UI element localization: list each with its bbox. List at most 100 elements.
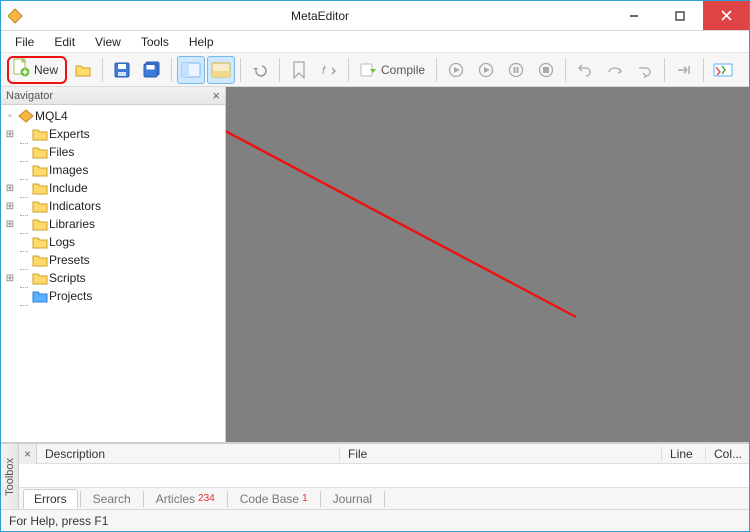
col-description[interactable]: Description bbox=[19, 447, 339, 461]
annotation-arrow bbox=[226, 87, 750, 417]
menu-view[interactable]: View bbox=[85, 31, 131, 52]
undo-button[interactable] bbox=[246, 56, 274, 84]
menu-edit[interactable]: Edit bbox=[44, 31, 85, 52]
statusbar: For Help, press F1 bbox=[1, 509, 749, 531]
tree-item-label: Images bbox=[49, 163, 88, 177]
tree-item-projects[interactable]: Projects bbox=[1, 287, 225, 305]
tree-item-images[interactable]: Images bbox=[1, 161, 225, 179]
tree-item-indicators[interactable]: ⊞ Indicators bbox=[1, 197, 225, 215]
window-title: MetaEditor bbox=[29, 9, 611, 23]
folder-icon bbox=[31, 163, 49, 177]
tree-item-label: Indicators bbox=[49, 199, 101, 213]
toolbox-close-button[interactable]: × bbox=[19, 444, 37, 464]
tree-item-presets[interactable]: Presets bbox=[1, 251, 225, 269]
step-into-button[interactable] bbox=[571, 56, 599, 84]
expand-icon[interactable]: ⊞ bbox=[3, 273, 17, 284]
tree-root[interactable]: ▫ MQL4 bbox=[1, 107, 225, 125]
terminal-button[interactable] bbox=[709, 56, 737, 84]
folder-icon bbox=[31, 253, 49, 267]
folder-icon bbox=[31, 235, 49, 249]
open-button[interactable] bbox=[69, 56, 97, 84]
navigator-tree[interactable]: ▫ MQL4 ⊞ExpertsFilesImages⊞Include⊞Indic… bbox=[1, 105, 225, 442]
app-window: MetaEditor File Edit View Tools Help New bbox=[0, 0, 750, 532]
toggle-toolbox-button[interactable] bbox=[207, 56, 235, 84]
close-button[interactable] bbox=[703, 1, 749, 30]
step-over-button[interactable] bbox=[601, 56, 629, 84]
expand-icon[interactable]: ⊞ bbox=[3, 183, 17, 194]
col-col[interactable]: Col... bbox=[705, 447, 749, 461]
compile-button-label: Compile bbox=[381, 63, 425, 77]
new-button-label: New bbox=[34, 63, 58, 77]
tab-codebase[interactable]: Code Base1 bbox=[230, 490, 318, 508]
toolbox-body bbox=[19, 464, 749, 487]
tree-item-scripts[interactable]: ⊞ Scripts bbox=[1, 269, 225, 287]
tab-errors[interactable]: Errors bbox=[23, 489, 78, 509]
tree-item-include[interactable]: ⊞Include bbox=[1, 179, 225, 197]
toolbar-separator bbox=[348, 58, 349, 82]
svg-text:f: f bbox=[322, 65, 326, 77]
toolbox-pane: Toolbox × Description File Line Col... E… bbox=[1, 443, 749, 509]
tree-item-experts[interactable]: ⊞ Experts bbox=[1, 125, 225, 143]
tree-item-label: Presets bbox=[49, 253, 90, 267]
toolbar-separator bbox=[436, 58, 437, 82]
toolbar: New f Compile bbox=[1, 53, 749, 87]
debug-pause-button[interactable] bbox=[502, 56, 530, 84]
articles-badge: 234 bbox=[198, 493, 215, 504]
go-forward-button[interactable] bbox=[670, 56, 698, 84]
new-button[interactable]: New bbox=[7, 56, 67, 84]
tree-item-files[interactable]: Files bbox=[1, 143, 225, 161]
function-list-button[interactable]: f bbox=[315, 56, 343, 84]
toolbox-content: × Description File Line Col... Errors Se… bbox=[19, 444, 749, 509]
maximize-button[interactable] bbox=[657, 1, 703, 30]
collapse-icon[interactable]: ▫ bbox=[3, 111, 17, 122]
save-all-button[interactable] bbox=[138, 56, 166, 84]
debug-play-button[interactable] bbox=[472, 56, 500, 84]
tree-item-libraries[interactable]: ⊞ Libraries bbox=[1, 215, 225, 233]
app-icon bbox=[1, 8, 29, 24]
toolbox-columns: × Description File Line Col... bbox=[19, 444, 749, 464]
menu-tools[interactable]: Tools bbox=[131, 31, 179, 52]
folder-icon bbox=[31, 127, 49, 141]
toolbox-title: Toolbox bbox=[4, 458, 16, 496]
debug-start-button[interactable] bbox=[442, 56, 470, 84]
folder-icon bbox=[31, 217, 49, 231]
tree-item-logs[interactable]: Logs bbox=[1, 233, 225, 251]
toolbar-separator bbox=[171, 58, 172, 82]
menu-help[interactable]: Help bbox=[179, 31, 224, 52]
minimize-button[interactable] bbox=[611, 1, 657, 30]
menu-file[interactable]: File bbox=[5, 31, 44, 52]
tree-item-label: Libraries bbox=[49, 217, 95, 231]
tree-item-label: Scripts bbox=[49, 271, 86, 285]
tab-search[interactable]: Search bbox=[83, 490, 141, 508]
toolbar-separator bbox=[102, 58, 103, 82]
toggle-navigator-button[interactable] bbox=[177, 56, 205, 84]
expand-icon[interactable]: ⊞ bbox=[3, 219, 17, 230]
step-out-button[interactable] bbox=[631, 56, 659, 84]
toolbar-separator bbox=[703, 58, 704, 82]
navigator-close-button[interactable]: × bbox=[212, 88, 220, 103]
folder-icon bbox=[31, 289, 49, 303]
compile-button[interactable]: Compile bbox=[354, 56, 431, 84]
tree-root-label: MQL4 bbox=[35, 109, 68, 123]
expand-icon[interactable]: ⊞ bbox=[3, 129, 17, 140]
navigator-header: Navigator × bbox=[1, 87, 225, 105]
tab-articles-label: Articles bbox=[156, 492, 195, 506]
folder-icon bbox=[31, 145, 49, 159]
toolbar-separator bbox=[279, 58, 280, 82]
tab-articles[interactable]: Articles234 bbox=[146, 490, 225, 508]
bookmark-button[interactable] bbox=[285, 56, 313, 84]
col-file[interactable]: File bbox=[339, 447, 661, 461]
window-controls bbox=[611, 1, 749, 30]
col-line[interactable]: Line bbox=[661, 447, 705, 461]
tree-item-label: Experts bbox=[49, 127, 90, 141]
toolbar-separator bbox=[240, 58, 241, 82]
tab-journal[interactable]: Journal bbox=[323, 490, 382, 508]
expand-icon[interactable]: ⊞ bbox=[3, 201, 17, 212]
navigator-pane: Navigator × ▫ MQL4 ⊞ExpertsFilesImages⊞I… bbox=[1, 87, 226, 442]
toolbar-separator bbox=[664, 58, 665, 82]
save-button[interactable] bbox=[108, 56, 136, 84]
folder-icon bbox=[31, 181, 49, 195]
debug-stop-button[interactable] bbox=[532, 56, 560, 84]
tree-item-label: Logs bbox=[49, 235, 75, 249]
menubar: File Edit View Tools Help bbox=[1, 31, 749, 53]
